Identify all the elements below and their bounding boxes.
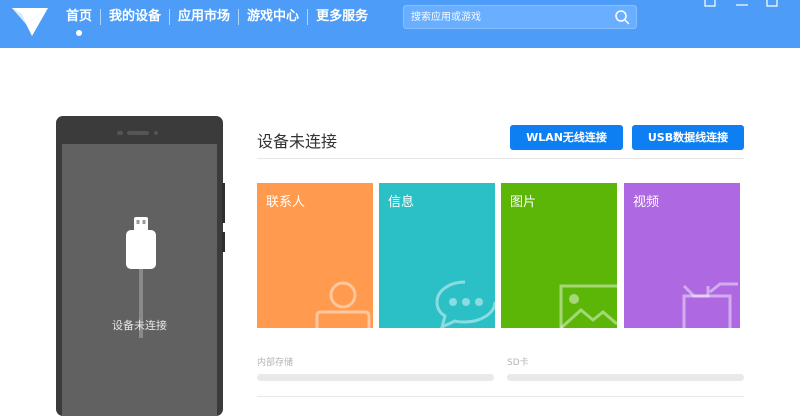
messages-tile[interactable]: 信息: [379, 183, 495, 328]
nav-game-center[interactable]: 游戏中心: [239, 0, 307, 34]
wlan-connect-button[interactable]: WLAN无线连接: [510, 125, 623, 150]
internal-storage-bar: [257, 374, 494, 381]
phone-speaker: [127, 131, 149, 135]
phone-sensor: [117, 131, 123, 135]
search-box: [403, 5, 637, 29]
footer-divider: [257, 396, 744, 397]
skin-icon[interactable]: [698, 0, 722, 14]
phone-connection-status: 设备未连接: [112, 319, 167, 332]
main-nav: 首页 我的设备 应用市场 游戏中心 更多服务: [58, 0, 376, 36]
video-icon: [682, 282, 738, 328]
nav-app-market[interactable]: 应用市场: [170, 0, 238, 34]
top-bar: 首页 我的设备 应用市场 游戏中心 更多服务: [0, 0, 800, 48]
search-input[interactable]: [404, 6, 604, 28]
photos-tile[interactable]: 图片: [501, 183, 617, 328]
videos-tile[interactable]: 视频: [624, 183, 740, 328]
header-divider: [257, 158, 744, 159]
photos-tile-label: 图片: [510, 195, 537, 210]
contact-icon: [315, 281, 371, 328]
menu-icon[interactable]: [730, 0, 754, 14]
contacts-tile[interactable]: 联系人: [257, 183, 373, 328]
nav-more-services[interactable]: 更多服务: [308, 0, 376, 34]
picture-icon: [559, 284, 617, 328]
internal-storage-label: 内部存储: [257, 358, 294, 368]
usb-connect-button[interactable]: USB数据线连接: [632, 125, 744, 150]
phone-side-button: [222, 232, 225, 252]
contacts-tile-label: 联系人: [266, 195, 306, 210]
minimize-icon[interactable]: [760, 0, 784, 14]
videos-tile-label: 视频: [633, 195, 660, 210]
phone-camera: [154, 131, 158, 135]
nav-home[interactable]: 首页: [58, 0, 100, 36]
messages-tile-label: 信息: [388, 195, 415, 210]
phone-side-button: [222, 183, 225, 223]
sd-card-label: SD卡: [507, 358, 529, 368]
app-logo-icon[interactable]: [8, 2, 54, 42]
sd-card-bar: [507, 374, 744, 381]
nav-my-devices[interactable]: 我的设备: [101, 0, 169, 34]
message-icon: [435, 280, 495, 328]
connection-status-title: 设备未连接: [257, 132, 338, 151]
search-icon[interactable]: [614, 9, 630, 25]
